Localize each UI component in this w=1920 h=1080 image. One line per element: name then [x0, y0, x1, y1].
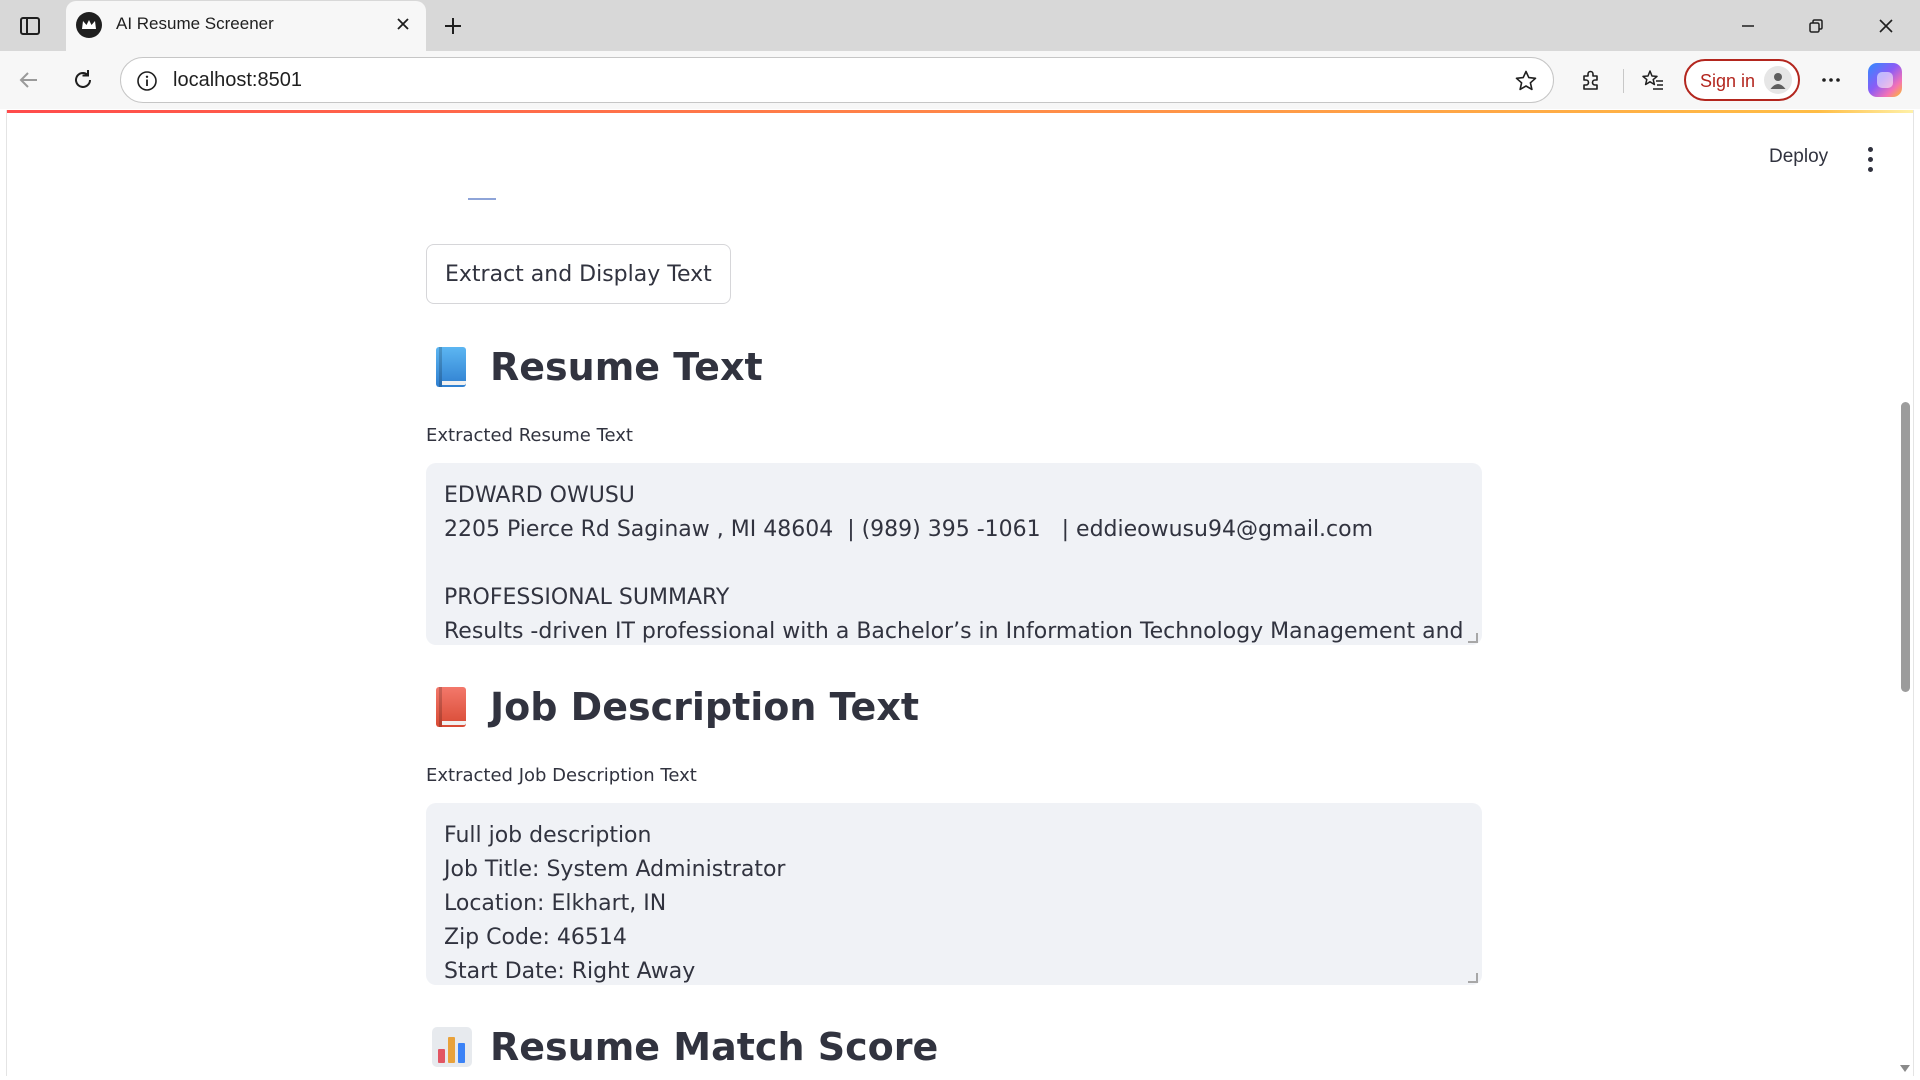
address-bar[interactable]: localhost:8501 [120, 57, 1554, 103]
job-line: Location: Elkhart, IN [444, 891, 667, 916]
resume-line [444, 547, 1464, 581]
url-text: localhost:8501 [173, 69, 302, 91]
job-field-label: Extracted Job Description Text [426, 765, 697, 786]
main-menu-icon[interactable] [1855, 142, 1885, 176]
header-decoration-bar [7, 110, 1913, 113]
scroll-down-arrow-icon[interactable] [1900, 1065, 1910, 1072]
resume-text-heading: Resume Text [426, 342, 763, 392]
reload-icon[interactable] [66, 63, 100, 97]
resume-line: Results -driven IT professional with a B… [444, 619, 1464, 644]
resume-field-label: Extracted Resume Text [426, 425, 633, 446]
streamlit-crown-icon [76, 12, 102, 38]
blue-book-icon [436, 347, 466, 387]
site-info-icon[interactable] [135, 69, 159, 93]
browser-tab[interactable]: AI Resume Screener [66, 1, 426, 51]
deploy-button[interactable]: Deploy [1763, 140, 1834, 174]
resume-line: EDWARD OWUSU [444, 483, 635, 508]
match-score-heading: Resume Match Score [426, 1022, 938, 1072]
sign-in-label: Sign in [1700, 71, 1756, 91]
page-viewport: Deploy Extract and Display Text Resume T… [6, 110, 1914, 1076]
resume-line: 2205 Pierce Rd Saginaw , MI 48604 | (989… [444, 517, 1374, 542]
red-book-icon [436, 687, 466, 727]
job-line: Full job description [444, 823, 652, 848]
favorites-list-icon[interactable] [1636, 63, 1670, 97]
job-line: Job Title: System Administrator [444, 857, 786, 882]
job-description-heading: Job Description Text [426, 682, 919, 732]
resume-line: PROFESSIONAL SUMMARY [444, 585, 730, 610]
new-tab-icon[interactable] [436, 9, 470, 43]
extract-display-text-button[interactable]: Extract and Display Text [426, 244, 731, 304]
more-options-icon[interactable] [1814, 63, 1848, 97]
close-tab-icon[interactable] [392, 13, 414, 35]
extensions-puzzle-icon[interactable] [1574, 63, 1608, 97]
back-arrow-icon[interactable] [12, 63, 46, 97]
toolbar-divider [1623, 69, 1624, 93]
resize-handle-icon[interactable] [1468, 633, 1478, 643]
match-score-heading-text: Resume Match Score [490, 1025, 939, 1069]
job-line: Start Date: Right Away [444, 959, 696, 984]
browser-tab-strip: AI Resume Screener [0, 0, 1920, 51]
sign-in-button[interactable]: Sign in [1684, 59, 1800, 101]
favorite-star-icon[interactable] [1513, 68, 1539, 94]
scrollbar-thumb[interactable] [1901, 402, 1910, 692]
job-heading-text: Job Description Text [490, 685, 920, 729]
browser-toolbar: localhost:8501 Sign in [0, 51, 1920, 109]
restore-icon[interactable] [1786, 6, 1846, 46]
job-line: Zip Code: 46514 [444, 925, 627, 950]
job-description-textarea[interactable]: Full job description Job Title: System A… [426, 803, 1482, 985]
tab-actions-icon[interactable] [14, 10, 46, 42]
copilot-icon[interactable] [1868, 63, 1902, 97]
close-window-icon[interactable] [1856, 6, 1916, 46]
upload-divider [468, 198, 496, 200]
tab-title: AI Resume Screener [116, 14, 274, 33]
resume-textarea[interactable]: EDWARD OWUSU 2205 Pierce Rd Saginaw , MI… [426, 463, 1482, 645]
resize-handle-icon[interactable] [1468, 973, 1478, 983]
page-scrollbar[interactable] [1897, 110, 1913, 1076]
bar-chart-icon [432, 1027, 472, 1067]
resume-heading-text: Resume Text [490, 345, 763, 389]
minimize-icon[interactable] [1718, 6, 1778, 46]
profile-avatar-icon [1764, 66, 1792, 94]
